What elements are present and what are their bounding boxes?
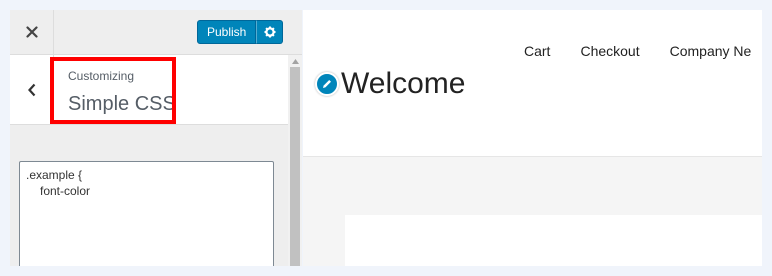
gear-icon [264, 26, 276, 38]
section-title: Customizing Simple CSS [68, 69, 176, 115]
section-name: Simple CSS [68, 93, 176, 115]
section-subtitle: Customizing [68, 69, 135, 83]
back-button[interactable] [10, 55, 54, 124]
triangle-up-icon [291, 58, 299, 64]
publish-group: Publish [197, 20, 284, 44]
site-header: Welcome Cart Checkout Company Ne [303, 10, 762, 157]
nav-item-checkout[interactable]: Checkout [580, 43, 639, 59]
site-preview: Welcome Cart Checkout Company Ne [303, 10, 762, 266]
pencil-icon [323, 80, 331, 88]
close-icon [25, 26, 38, 38]
scroll-thumb[interactable] [290, 67, 300, 266]
nav-item-company[interactable]: Company Ne [670, 43, 752, 59]
section-header: Customizing Simple CSS [10, 55, 288, 125]
code-line-1: .example { [26, 168, 83, 182]
panel-scrollbar[interactable] [288, 55, 302, 266]
chevron-left-icon [27, 83, 35, 96]
panel-header: Publish [10, 10, 302, 55]
customizer-window: Publish Customizing Simple CSS .example … [10, 10, 762, 266]
scroll-up-arrow[interactable] [288, 55, 302, 67]
code-line-2: font-color [40, 184, 91, 198]
nav-item-cart[interactable]: Cart [524, 43, 550, 59]
publish-settings-button[interactable] [256, 20, 284, 44]
edit-shortcut-button[interactable] [315, 72, 339, 96]
content-area [303, 157, 762, 266]
close-button[interactable] [10, 10, 54, 54]
site-title[interactable]: Welcome [341, 66, 465, 102]
css-editor[interactable]: .example { font-color [19, 161, 274, 266]
site-navigation: Cart Checkout Company Ne [524, 43, 762, 59]
customizer-panel: Publish Customizing Simple CSS .example … [10, 10, 302, 266]
publish-button[interactable]: Publish [197, 20, 257, 44]
content-card [345, 215, 762, 266]
site-title-area: Welcome [315, 66, 465, 102]
